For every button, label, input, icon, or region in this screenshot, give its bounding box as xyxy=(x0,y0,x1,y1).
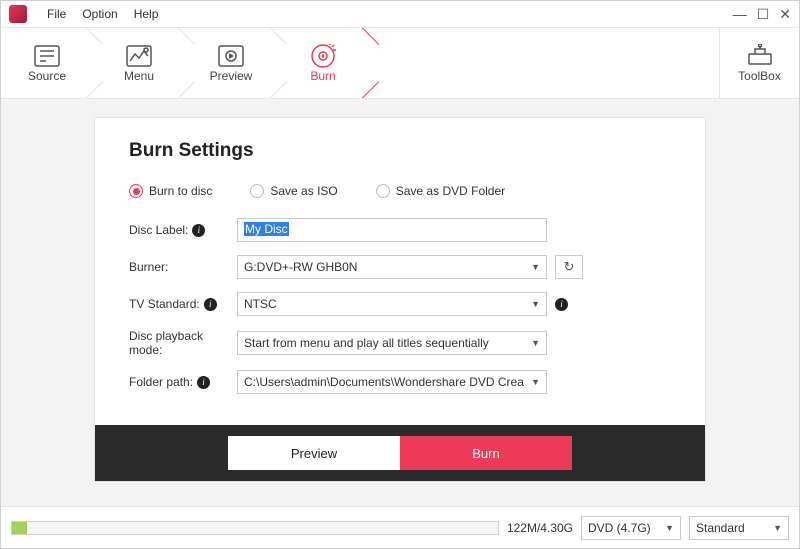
menu-option[interactable]: Option xyxy=(82,7,117,21)
select-value: C:\Users\admin\Documents\Wondershare DVD… xyxy=(244,375,524,389)
radio-label: Save as ISO xyxy=(270,184,337,198)
burn-settings-panel: Burn Settings Burn to disc Save as ISO S… xyxy=(94,117,706,482)
radio-save-as-dvd-folder[interactable]: Save as DVD Folder xyxy=(376,184,505,198)
preview-icon xyxy=(216,43,246,69)
minimize-icon[interactable]: — xyxy=(733,7,747,21)
tv-standard-select[interactable]: NTSC ▼ xyxy=(237,292,547,316)
info-icon[interactable]: i xyxy=(192,224,205,237)
label-disc-playback-mode: Disc playback mode: xyxy=(129,329,237,357)
select-value: Standard xyxy=(696,521,745,535)
select-value: G:DVD+-RW GHB0N xyxy=(244,260,357,274)
menu-file[interactable]: File xyxy=(47,7,66,21)
info-icon[interactable]: i xyxy=(197,376,210,389)
radio-label: Save as DVD Folder xyxy=(396,184,505,198)
label-tv-standard: TV Standard: i xyxy=(129,297,237,311)
menu-help[interactable]: Help xyxy=(134,7,159,21)
close-icon[interactable]: ✕ xyxy=(779,7,791,21)
chevron-down-icon: ▼ xyxy=(531,299,540,309)
step-menu[interactable]: Menu xyxy=(93,28,185,98)
radio-label: Burn to disc xyxy=(149,184,212,198)
chevron-down-icon: ▼ xyxy=(531,338,540,348)
refresh-icon: ↻ xyxy=(564,259,575,275)
source-icon xyxy=(32,43,62,69)
capacity-fill xyxy=(12,522,27,534)
info-icon[interactable]: i xyxy=(555,298,568,311)
capacity-text: 122M/4.30G xyxy=(507,521,573,535)
chevron-down-icon: ▼ xyxy=(531,262,540,272)
quality-select[interactable]: Standard ▼ xyxy=(689,516,789,540)
select-value: DVD (4.7G) xyxy=(588,521,651,535)
status-bar: 122M/4.30G DVD (4.7G) ▼ Standard ▼ xyxy=(1,506,799,548)
step-preview[interactable]: Preview xyxy=(185,28,277,98)
folder-path-select[interactable]: C:\Users\admin\Documents\Wondershare DVD… xyxy=(237,370,547,394)
chevron-down-icon: ▼ xyxy=(773,523,782,533)
label-burner: Burner: xyxy=(129,260,237,274)
chevron-down-icon: ▼ xyxy=(531,377,540,387)
toolbox-label: ToolBox xyxy=(738,69,781,83)
window-controls: — ☐ ✕ xyxy=(733,7,791,21)
action-bar: Preview Burn xyxy=(95,425,705,481)
radio-save-as-iso[interactable]: Save as ISO xyxy=(250,184,337,198)
workspace: Burn Settings Burn to disc Save as ISO S… xyxy=(1,99,799,506)
step-source[interactable]: Source xyxy=(1,28,93,98)
disc-type-select[interactable]: DVD (4.7G) ▼ xyxy=(581,516,681,540)
step-label: Preview xyxy=(210,69,253,83)
step-burn[interactable]: Burn xyxy=(277,28,369,98)
panel-title: Burn Settings xyxy=(129,140,671,162)
info-icon[interactable]: i xyxy=(204,298,217,311)
step-label: Burn xyxy=(310,69,335,83)
menubar: File Option Help — ☐ ✕ xyxy=(1,1,799,27)
label-disc-label: Disc Label: i xyxy=(129,223,237,237)
burn-icon xyxy=(308,43,338,69)
select-value: NTSC xyxy=(244,297,277,311)
burn-button[interactable]: Burn xyxy=(400,436,572,470)
chevron-down-icon: ▼ xyxy=(665,523,674,533)
toolbox-icon xyxy=(747,44,773,69)
output-mode-radios: Burn to disc Save as ISO Save as DVD Fol… xyxy=(129,184,671,198)
maximize-icon[interactable]: ☐ xyxy=(757,7,770,21)
radio-burn-to-disc[interactable]: Burn to disc xyxy=(129,184,212,198)
app-logo-icon xyxy=(9,5,27,23)
burner-select[interactable]: G:DVD+-RW GHB0N ▼ xyxy=(237,255,547,279)
menu-icon xyxy=(124,43,154,69)
disc-label-input[interactable]: My Disc xyxy=(237,218,547,242)
step-label: Source xyxy=(28,69,66,83)
playback-mode-select[interactable]: Start from menu and play all titles sequ… xyxy=(237,331,547,355)
step-label: Menu xyxy=(124,69,154,83)
label-folder-path: Folder path: i xyxy=(129,375,237,389)
step-nav: Source Menu Preview Burn ToolBox xyxy=(1,27,799,99)
select-value: Start from menu and play all titles sequ… xyxy=(244,336,489,350)
capacity-bar xyxy=(11,521,499,535)
preview-button[interactable]: Preview xyxy=(228,436,400,470)
toolbox-button[interactable]: ToolBox xyxy=(719,28,799,98)
refresh-burner-button[interactable]: ↻ xyxy=(555,255,583,279)
